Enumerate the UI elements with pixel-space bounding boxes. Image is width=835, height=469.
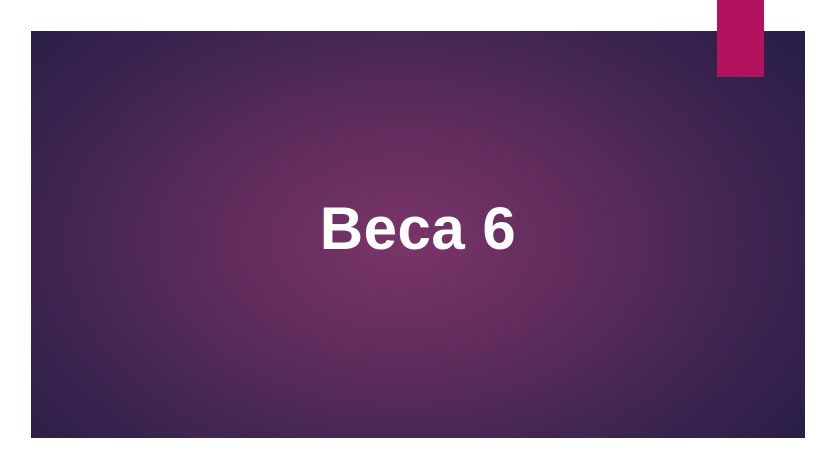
slide-title: Beca 6 — [319, 195, 517, 262]
slide-title-container: Beca 6 — [31, 31, 805, 438]
accent-tab — [717, 0, 764, 77]
slide-panel: Beca 6 — [31, 31, 805, 438]
slide-page: Beca 6 — [0, 0, 835, 469]
